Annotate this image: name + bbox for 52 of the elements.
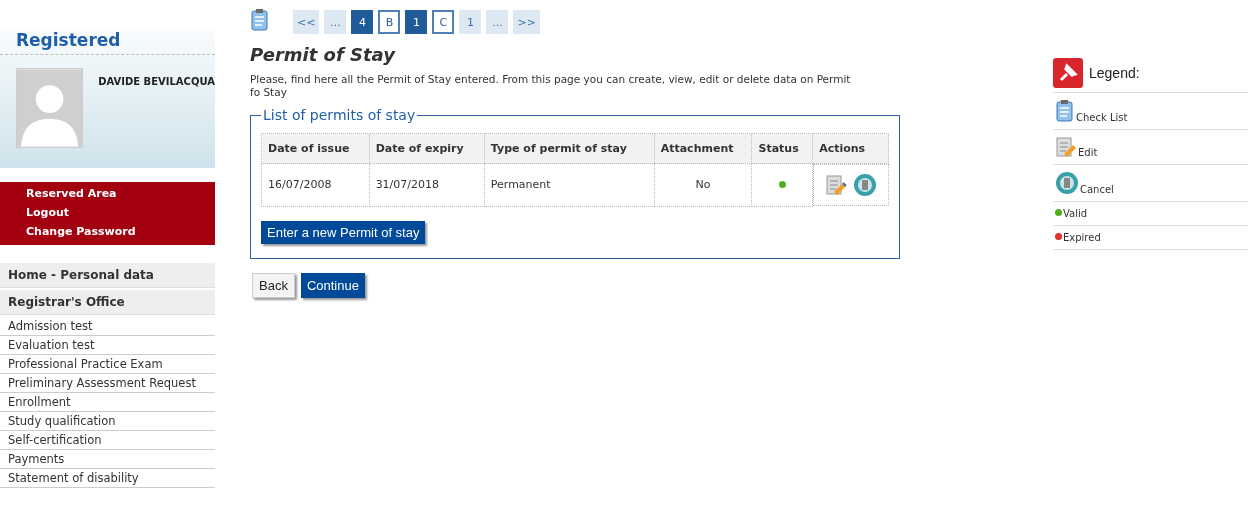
edit-icon[interactable] — [824, 174, 847, 196]
reserved-area-title: Reserved Area — [26, 186, 118, 202]
page-title: Permit of Stay — [250, 44, 397, 65]
step-link[interactable]: C — [432, 10, 455, 34]
menu-item[interactable]: Professional Practice Exam — [0, 355, 215, 374]
legend-label: Valid — [1063, 208, 1088, 219]
menu-item[interactable]: Payments — [0, 450, 215, 469]
legend-label: Edit — [1078, 147, 1098, 158]
continue-button[interactable]: Continue — [300, 272, 365, 298]
menu-item[interactable]: Preliminary Assessment Request — [0, 374, 215, 393]
step-link[interactable]: B — [378, 10, 401, 34]
step-link[interactable]: << — [293, 10, 320, 34]
step-link[interactable]: >> — [513, 10, 540, 34]
sidebar-title: Registered — [0, 28, 215, 55]
sidebar-link[interactable]: Logout — [26, 203, 215, 222]
step-link[interactable]: 1 — [459, 10, 482, 34]
legend-label: Cancel — [1080, 184, 1114, 195]
back-button[interactable]: Back — [252, 272, 295, 298]
checklist-icon — [1055, 99, 1075, 123]
menu-header[interactable]: Home - Personal data — [0, 263, 215, 288]
legend-label: Expired — [1063, 232, 1101, 243]
column-header: Date of expiry — [369, 133, 485, 164]
table-cell: 31/07/2018 — [369, 163, 485, 206]
column-header: Type of permit of stay — [484, 133, 655, 164]
legend-title: Legend: — [1089, 65, 1140, 81]
column-header: Actions — [812, 133, 889, 164]
menu-item[interactable]: Evaluation test — [0, 336, 215, 355]
menu-item[interactable]: Self-certification — [0, 431, 215, 450]
menu-item[interactable]: Study qualification — [0, 412, 215, 431]
checklist-icon — [250, 8, 270, 32]
table-cell: Permanent — [484, 163, 655, 206]
table-cell: No — [654, 163, 752, 206]
page-description: Please, find here all the Permit of Stay entered. From this page you can create, view, edit or delete data on Permit fo Stay — [250, 73, 852, 99]
menu-item[interactable]: Statement of disability — [0, 469, 215, 488]
user-name: DAVIDE BEVILACQUA — [98, 75, 215, 87]
menu-item[interactable]: Enrollment — [0, 393, 215, 412]
column-header: Date of issue — [261, 133, 370, 164]
menu-header[interactable]: Registrar's Office — [0, 290, 215, 315]
column-header: Attachment — [654, 133, 752, 164]
step-link[interactable]: 4 — [351, 10, 374, 34]
edit-icon — [1055, 136, 1077, 158]
legend-label: Check List — [1076, 112, 1128, 123]
avatar-icon — [16, 68, 84, 148]
step-link[interactable]: ... — [486, 10, 509, 34]
sidebar-link[interactable]: Change Password — [26, 222, 215, 241]
panel-legend: List of permits of stay — [261, 107, 418, 123]
new-permit-button[interactable]: Enter a new Permit of stay — [261, 220, 426, 244]
column-header: Status — [751, 133, 813, 164]
table-cell: 16/07/2008 — [261, 163, 370, 206]
step-link[interactable]: ... — [324, 10, 347, 34]
step-link[interactable]: 1 — [405, 10, 428, 34]
menu-item[interactable]: Admission test — [0, 317, 215, 336]
